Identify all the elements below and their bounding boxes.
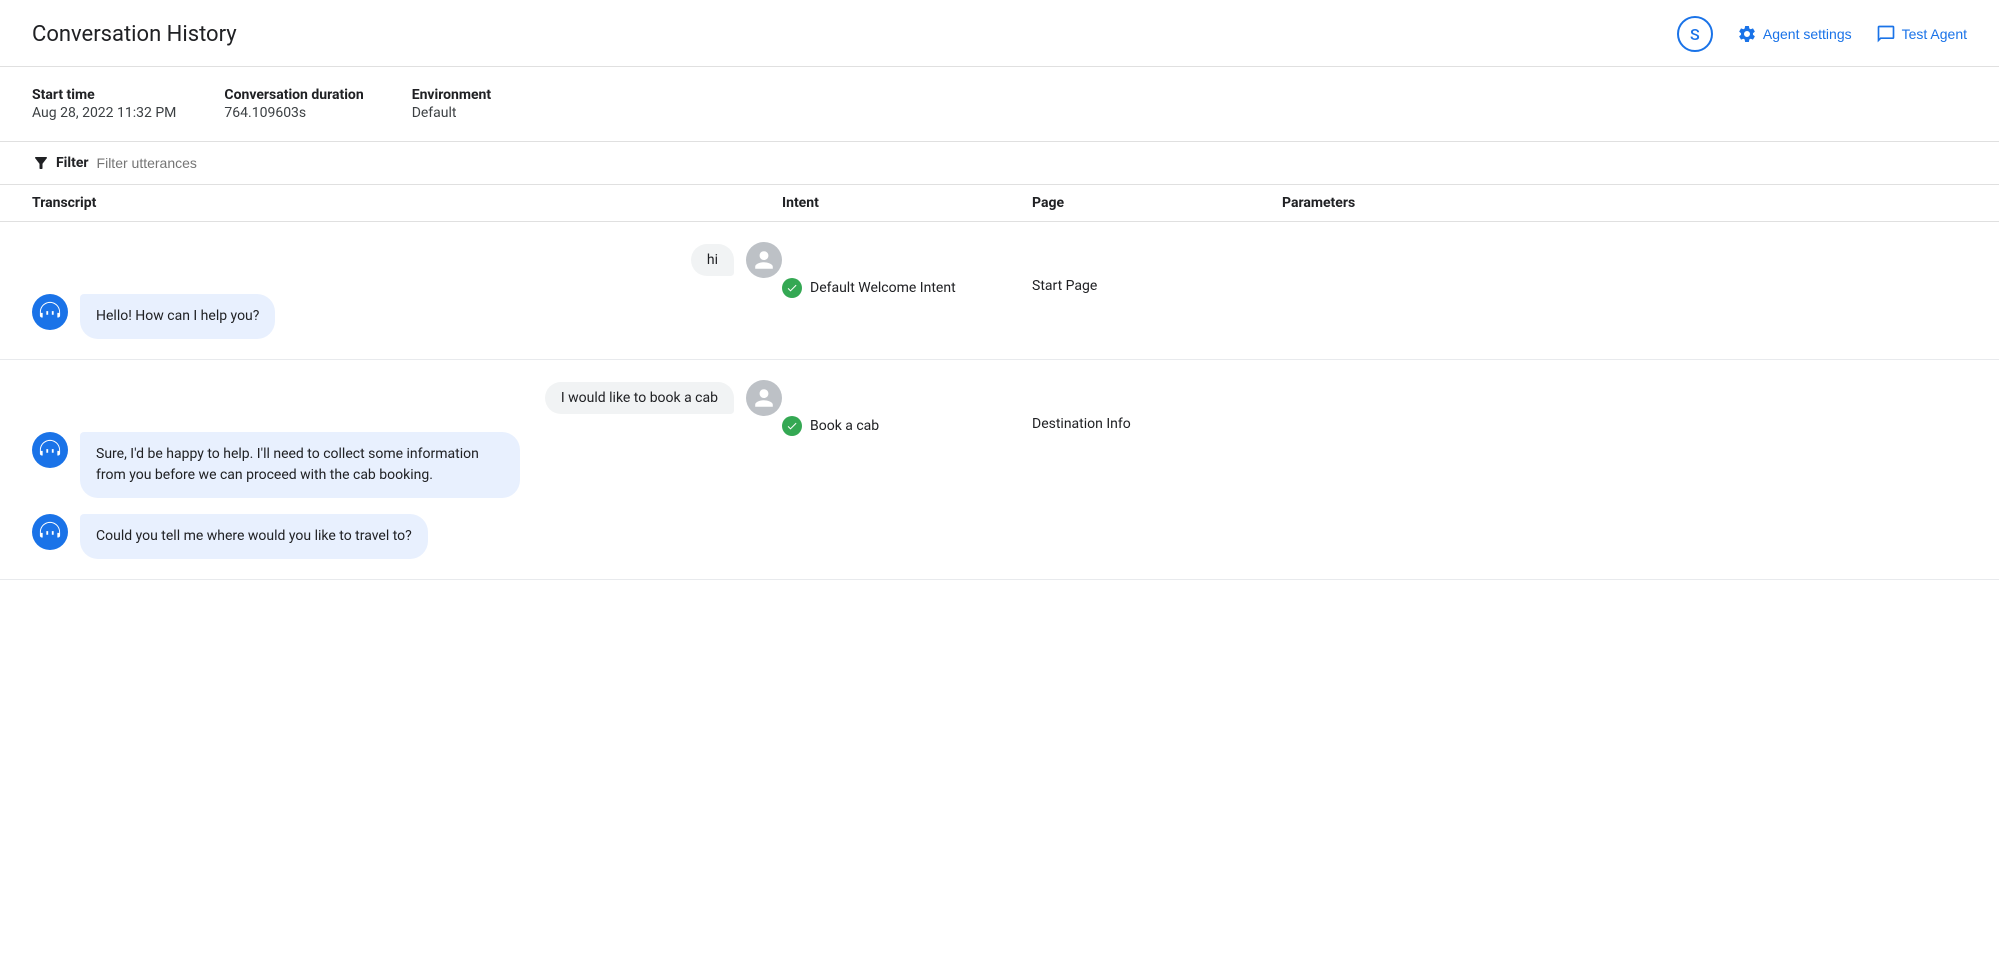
check-icon-1 [782, 278, 802, 298]
headset-icon [39, 301, 61, 323]
user-avatar[interactable]: S [1677, 16, 1713, 52]
page-label-1: Start Page [1032, 278, 1282, 294]
intent-col-1: Default Welcome Intent [782, 242, 1032, 298]
intent-label-2: Book a cab [810, 418, 879, 434]
header-actions: S Agent settings Test Agent [1677, 16, 1967, 52]
filter-icon [32, 154, 50, 172]
agent-avatar-icon-1 [32, 294, 68, 330]
agent-bubble-2a: Sure, I'd be happy to help. I'll need to… [80, 432, 520, 498]
environment-value: Default [412, 105, 457, 121]
checkmark-icon [786, 420, 798, 432]
page-col-1: Start Page [1032, 242, 1282, 294]
agent-avatar-icon-2b [32, 514, 68, 550]
col-page: Page [1032, 195, 1282, 211]
agent-bubble-2b: Could you tell me where would you like t… [80, 514, 428, 559]
header: Conversation History S Agent settings Te… [0, 0, 1999, 67]
agent-message-row-2a: Sure, I'd be happy to help. I'll need to… [32, 432, 782, 498]
user-avatar-icon-2 [746, 380, 782, 416]
table-row: I would like to book a cab Sure, I'd be … [0, 360, 1999, 580]
checkmark-icon [786, 282, 798, 294]
intent-item-2: Book a cab [782, 416, 1032, 436]
table-row: hi Hello! How can I help you? [0, 222, 1999, 360]
transcript-col-2: I would like to book a cab Sure, I'd be … [32, 380, 782, 559]
chat-icon [1876, 24, 1896, 44]
meta-section: Start time Aug 28, 2022 11:32 PM Convers… [0, 67, 1999, 142]
start-time-value: Aug 28, 2022 11:32 PM [32, 105, 176, 121]
table-header: Transcript Intent Page Parameters [0, 185, 1999, 222]
duration-label: Conversation duration [224, 87, 363, 103]
params-col-2 [1282, 380, 1967, 416]
person-icon [753, 387, 775, 409]
user-avatar-icon-1 [746, 242, 782, 278]
filter-label: Filter [56, 155, 89, 171]
meta-environment: Environment Default [412, 87, 491, 121]
duration-value: 764.109603s [224, 105, 306, 121]
test-agent-label: Test Agent [1902, 26, 1967, 42]
user-bubble-1: hi [691, 244, 734, 276]
col-intent: Intent [782, 195, 1032, 211]
headset-icon [39, 521, 61, 543]
check-icon-2 [782, 416, 802, 436]
agent-avatar-icon-2a [32, 432, 68, 468]
agent-settings-button[interactable]: Agent settings [1737, 24, 1852, 44]
col-parameters: Parameters [1282, 195, 1967, 211]
page-label-2: Destination Info [1032, 416, 1282, 432]
filter-input[interactable] [97, 155, 1967, 171]
test-agent-button[interactable]: Test Agent [1876, 24, 1967, 44]
start-time-label: Start time [32, 87, 176, 103]
user-bubble-2: I would like to book a cab [545, 382, 734, 414]
filter-bar: Filter [0, 142, 1999, 185]
agent-settings-label: Agent settings [1763, 26, 1852, 42]
col-transcript: Transcript [32, 195, 782, 211]
intent-item-1: Default Welcome Intent [782, 278, 1032, 298]
page-col-2: Destination Info [1032, 380, 1282, 432]
headset-icon [39, 439, 61, 461]
meta-start-time: Start time Aug 28, 2022 11:32 PM [32, 87, 176, 121]
user-message-row-2: I would like to book a cab [32, 380, 782, 416]
gear-icon [1737, 24, 1757, 44]
agent-message-row-2b: Could you tell me where would you like t… [32, 514, 782, 559]
user-message-row-1: hi [32, 242, 782, 278]
agent-message-row-1: Hello! How can I help you? [32, 294, 782, 339]
agent-bubble-1: Hello! How can I help you? [80, 294, 275, 339]
intent-col-2: Book a cab [782, 380, 1032, 436]
filter-toggle[interactable]: Filter [32, 154, 89, 172]
params-col-1 [1282, 242, 1967, 278]
intent-label-1: Default Welcome Intent [810, 280, 956, 296]
person-icon [753, 249, 775, 271]
page-title: Conversation History [32, 22, 237, 47]
transcript-col-1: hi Hello! How can I help you? [32, 242, 782, 339]
environment-label: Environment [412, 87, 491, 103]
meta-duration: Conversation duration 764.109603s [224, 87, 363, 121]
